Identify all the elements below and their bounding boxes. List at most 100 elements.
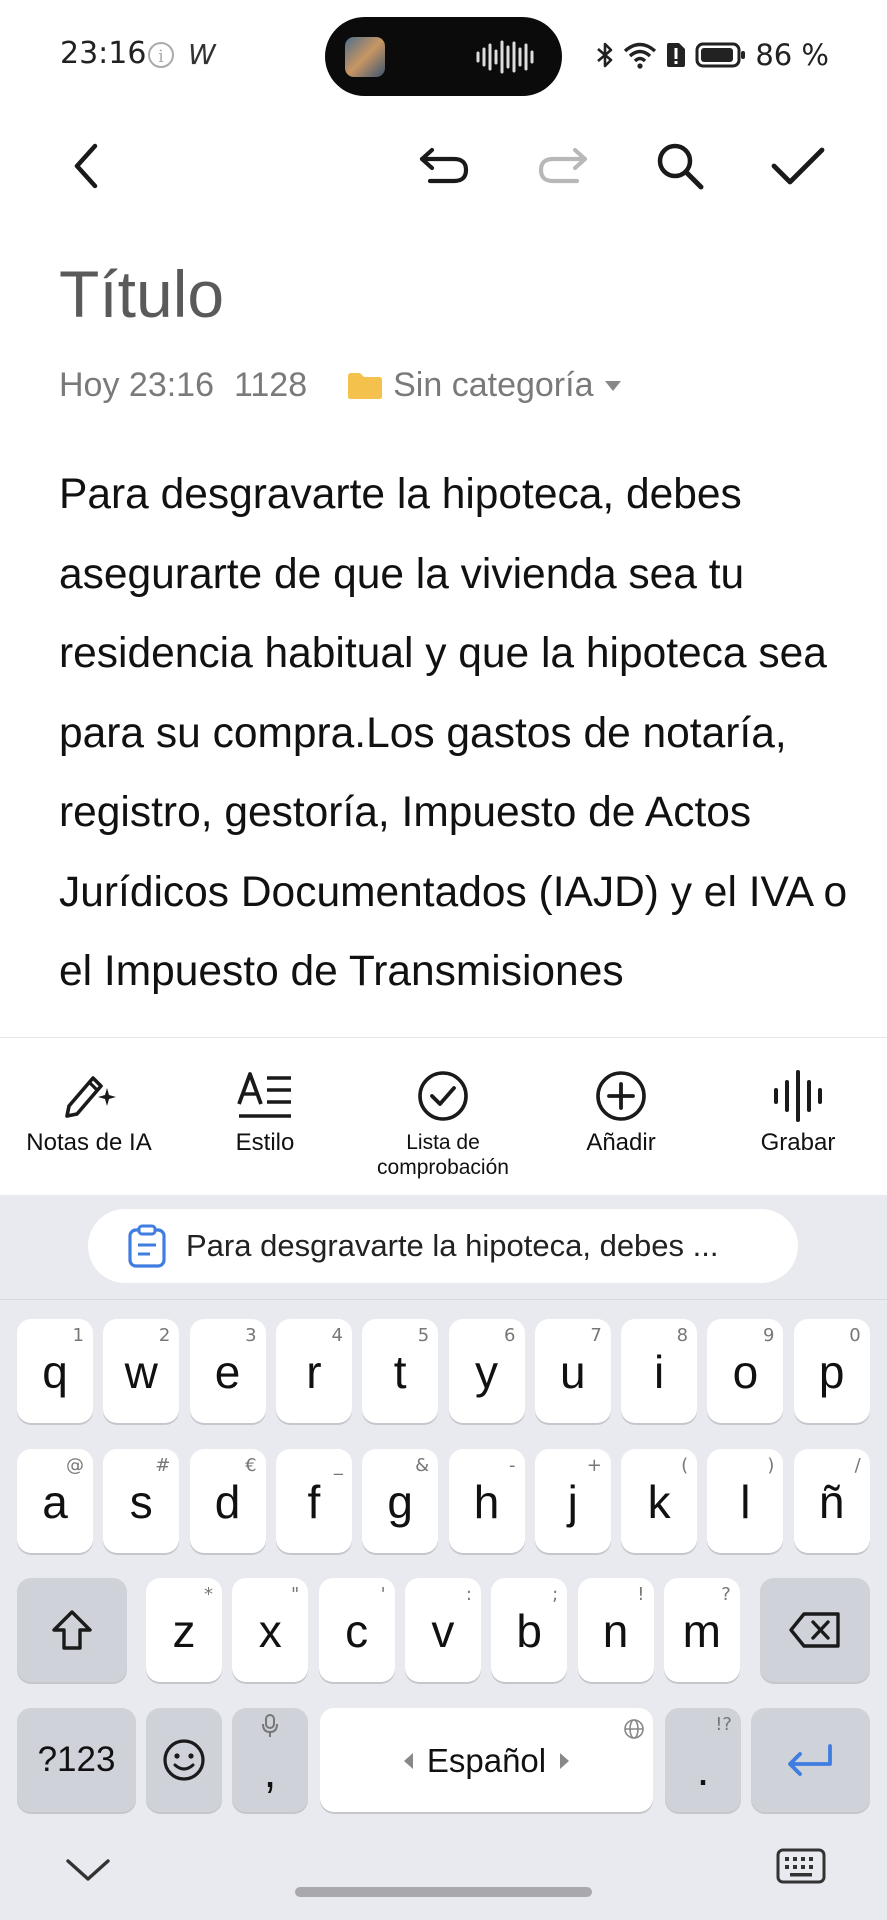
key-a[interactable]: @ a [17, 1449, 93, 1553]
info-icon: i [148, 42, 174, 68]
key-w[interactable]: 2w [103, 1319, 180, 1423]
status-time: 23:16 [60, 36, 147, 71]
period-key[interactable]: !? . [665, 1708, 741, 1812]
undo-icon [419, 147, 469, 184]
key-label: k [647, 1476, 671, 1528]
check-icon [771, 147, 825, 185]
key-g[interactable]: & g [362, 1449, 439, 1553]
key-label: t [393, 1346, 407, 1398]
key-hint: ( [681, 1455, 689, 1476]
key-hint: 0 [849, 1325, 861, 1346]
ai-pen-icon [65, 1076, 116, 1118]
text-style-icon [237, 1072, 291, 1118]
note-body-area[interactable]: Para desgravarte la hipoteca, debes aseg… [59, 455, 849, 1037]
key-x[interactable]: " x [232, 1578, 309, 1682]
key-label: i [653, 1346, 665, 1398]
key-y[interactable]: 6y [448, 1319, 525, 1423]
checklist-button[interactable]: Lista de comprobación [358, 1068, 528, 1180]
backspace-key[interactable] [760, 1578, 870, 1682]
key-f[interactable]: _ f [275, 1449, 352, 1553]
arrow-left-icon [403, 1753, 413, 1769]
add-button[interactable]: Añadir [536, 1068, 706, 1156]
category-selector[interactable]: Sin categoría [393, 366, 593, 405]
note-action-bar: Notas de IA Estilo Lista de comprobación… [0, 1037, 887, 1196]
key-i[interactable]: 8i [621, 1319, 698, 1423]
keyboard: Para desgravarte la hipoteca, debes ... … [0, 1195, 887, 1920]
confirm-button[interactable] [770, 138, 826, 194]
checklist-label: Lista de comprobación [377, 1131, 509, 1179]
note-meta: Hoy 23:16 1128 Sin categoría [59, 366, 622, 405]
note-title[interactable]: Título [59, 256, 224, 332]
space-key-label: Español [426, 1742, 547, 1779]
keyboard-switch-icon[interactable] [776, 1848, 826, 1886]
microphone-icon [262, 1714, 278, 1737]
comma-key-label: , [263, 1745, 277, 1797]
emoji-icon [163, 1739, 205, 1781]
key-v[interactable]: :v [404, 1578, 481, 1682]
key-q[interactable]: 1q [17, 1319, 93, 1423]
key-label: g [387, 1476, 413, 1528]
folder-icon [348, 372, 383, 399]
key-label: b [516, 1605, 542, 1657]
key-c[interactable]: ' c [318, 1578, 395, 1682]
back-button[interactable] [59, 138, 115, 194]
key-label: l [740, 1476, 751, 1528]
key-t[interactable]: 5t [362, 1319, 439, 1423]
record-button[interactable]: Grabar [713, 1068, 883, 1156]
ai-notes-button[interactable]: Notas de IA [4, 1068, 174, 1156]
key-label: m [682, 1605, 721, 1657]
enter-key[interactable] [751, 1708, 870, 1812]
period-key-label: . [696, 1743, 710, 1795]
key-label: q [42, 1346, 68, 1398]
redo-button[interactable] [535, 138, 591, 194]
key-d[interactable]: € d [189, 1449, 266, 1553]
key-hint: _ [333, 1455, 343, 1476]
key-b[interactable]: ; b [491, 1578, 568, 1682]
key-p[interactable]: 0p [793, 1319, 870, 1423]
key-label: c [345, 1605, 369, 1657]
key-j[interactable]: + j [534, 1449, 611, 1553]
key-ñ[interactable]: / ñ [793, 1449, 870, 1553]
emoji-key[interactable] [146, 1708, 222, 1812]
key-s[interactable]: # s [103, 1449, 180, 1553]
key-hint: @ [66, 1455, 84, 1476]
app-thumbnail-icon [345, 37, 385, 77]
key-m[interactable]: ? m [663, 1578, 740, 1682]
key-label: e [214, 1346, 241, 1398]
style-button[interactable]: Estilo [180, 1068, 350, 1156]
dynamic-island[interactable] [325, 17, 562, 96]
search-button[interactable] [652, 138, 708, 194]
shift-key[interactable] [17, 1578, 127, 1682]
globe-icon [624, 1719, 644, 1739]
status-bar: 23:16 i W 86 % [0, 0, 887, 110]
key-hint: 9 [762, 1325, 775, 1346]
key-n[interactable]: ! n [577, 1578, 654, 1682]
home-indicator[interactable] [295, 1887, 592, 1897]
key-h[interactable]: -h [448, 1449, 525, 1553]
key-hint: : [465, 1584, 472, 1605]
note-body[interactable]: Para desgravarte la hipoteca, debes aseg… [59, 455, 849, 1012]
symbols-key-label: ?123 [37, 1740, 116, 1779]
undo-button[interactable] [416, 138, 472, 194]
key-r[interactable]: 4r [275, 1319, 352, 1423]
key-o[interactable]: 9o [707, 1319, 784, 1423]
clipboard-icon [128, 1224, 166, 1268]
key-hint: 6 [504, 1325, 516, 1346]
add-label: Añadir [586, 1129, 656, 1156]
audio-wave-icon [476, 40, 534, 74]
checklist-icon [418, 1071, 468, 1121]
symbols-key[interactable]: ?123 [17, 1708, 136, 1812]
clipboard-suggestion[interactable]: Para desgravarte la hipoteca, debes ... [88, 1209, 798, 1283]
key-l[interactable]: ) l [707, 1449, 784, 1553]
space-key[interactable]: Español [320, 1708, 653, 1812]
key-label: p [818, 1346, 845, 1398]
comma-key[interactable]: , [232, 1708, 308, 1812]
key-e[interactable]: 3e [189, 1319, 266, 1423]
hide-keyboard-icon[interactable] [64, 1855, 112, 1885]
key-z[interactable]: * z [146, 1578, 222, 1682]
key-u[interactable]: 7u [534, 1319, 611, 1423]
shift-arrow-icon [52, 1610, 92, 1650]
key-k[interactable]: (k [621, 1449, 698, 1553]
key-label: o [732, 1346, 759, 1398]
no-sim-alert-icon [667, 43, 686, 67]
